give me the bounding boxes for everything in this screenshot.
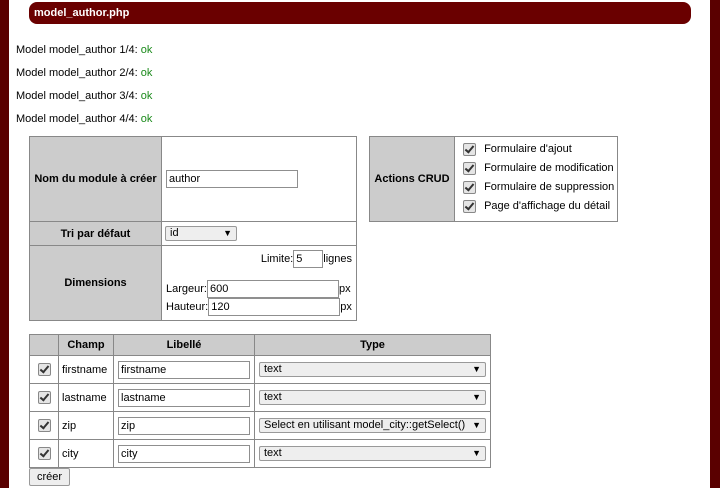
log-line: Model model_author 2/4: ok [16, 67, 153, 79]
module-name-input[interactable] [166, 170, 298, 188]
type-select[interactable]: Select en utilisant model_city::getSelec… [259, 418, 486, 433]
column-header: Libellé [113, 334, 255, 356]
row-checkbox[interactable] [37, 447, 51, 460]
page-title: model_author.php [34, 7, 130, 19]
width-input[interactable] [206, 280, 339, 298]
default-sort-label: Tri par défaut [29, 221, 162, 246]
log-line: Model model_author 4/4: ok [16, 113, 153, 125]
page: model_author.php Model model_author 1/4:… [9, 0, 710, 488]
width-label: Largeur: [166, 283, 207, 295]
table-row: firstname text ▼ [29, 355, 491, 384]
module-form: Nom du module à créer Tri par défaut id … [29, 136, 357, 321]
champ-cell: lastname [58, 383, 114, 412]
status-ok: ok [140, 67, 153, 79]
table-row: zip Select en utilisant model_city::getS… [29, 411, 491, 440]
type-select[interactable]: text ▼ [259, 390, 486, 405]
limit-unit: lignes [323, 253, 352, 265]
module-name-label: Nom du module à créer [29, 136, 162, 222]
height-input[interactable] [208, 298, 341, 316]
dimensions-label: Dimensions [29, 245, 162, 321]
create-button[interactable]: créer [29, 468, 70, 486]
crud-actions: Actions CRUD Formulaire d'ajout Formulai… [369, 136, 618, 222]
crud-delete-checkbox[interactable] [463, 180, 476, 194]
chevron-down-icon: ▼ [472, 420, 481, 430]
chevron-down-icon: ▼ [472, 364, 481, 374]
crud-detail-checkbox[interactable] [463, 199, 476, 213]
crud-option: Formulaire de suppression [463, 178, 617, 197]
crud-option: Page d'affichage du détail [463, 197, 617, 216]
page-title-bar: model_author.php [29, 2, 691, 24]
chevron-down-icon: ▼ [472, 448, 481, 458]
chevron-down-icon: ▼ [472, 392, 481, 402]
libelle-input[interactable] [118, 416, 250, 435]
champ-cell: zip [58, 411, 114, 440]
crud-edit-checkbox[interactable] [463, 161, 476, 175]
row-checkbox[interactable] [37, 363, 51, 376]
height-label: Hauteur: [166, 301, 209, 313]
status-ok: ok [140, 113, 153, 125]
row-checkbox[interactable] [37, 391, 51, 404]
crud-option: Formulaire d'ajout [463, 140, 617, 159]
limit-input[interactable] [293, 250, 324, 268]
limit-label: Limite: [260, 253, 294, 265]
default-sort-select[interactable]: id ▼ [165, 226, 237, 241]
libelle-input[interactable] [118, 388, 250, 407]
champ-cell: city [58, 439, 114, 468]
px-unit: px [338, 283, 351, 295]
champ-cell: firstname [58, 355, 114, 384]
column-header: Type [254, 334, 491, 356]
crud-add-checkbox[interactable] [463, 142, 476, 156]
table-row: lastname text ▼ [29, 383, 491, 412]
row-checkbox[interactable] [37, 419, 51, 432]
px-unit: px [340, 301, 352, 313]
column-header: Champ [58, 334, 114, 356]
crud-option: Formulaire de modification [463, 159, 617, 178]
status-ok: ok [140, 44, 153, 56]
libelle-input[interactable] [118, 444, 250, 463]
status-ok: ok [140, 90, 153, 102]
log-line: Model model_author 3/4: ok [16, 90, 153, 102]
column-header [29, 334, 59, 356]
chevron-down-icon: ▼ [223, 228, 232, 238]
crud-label: Actions CRUD [369, 136, 455, 222]
log-line: Model model_author 1/4: ok [16, 44, 153, 56]
fields-table: Champ Libellé Type firstname text ▼ last… [29, 334, 491, 468]
type-select[interactable]: text ▼ [259, 362, 486, 377]
table-row: city text ▼ [29, 439, 491, 468]
type-select[interactable]: text ▼ [259, 446, 486, 461]
libelle-input[interactable] [118, 360, 250, 379]
